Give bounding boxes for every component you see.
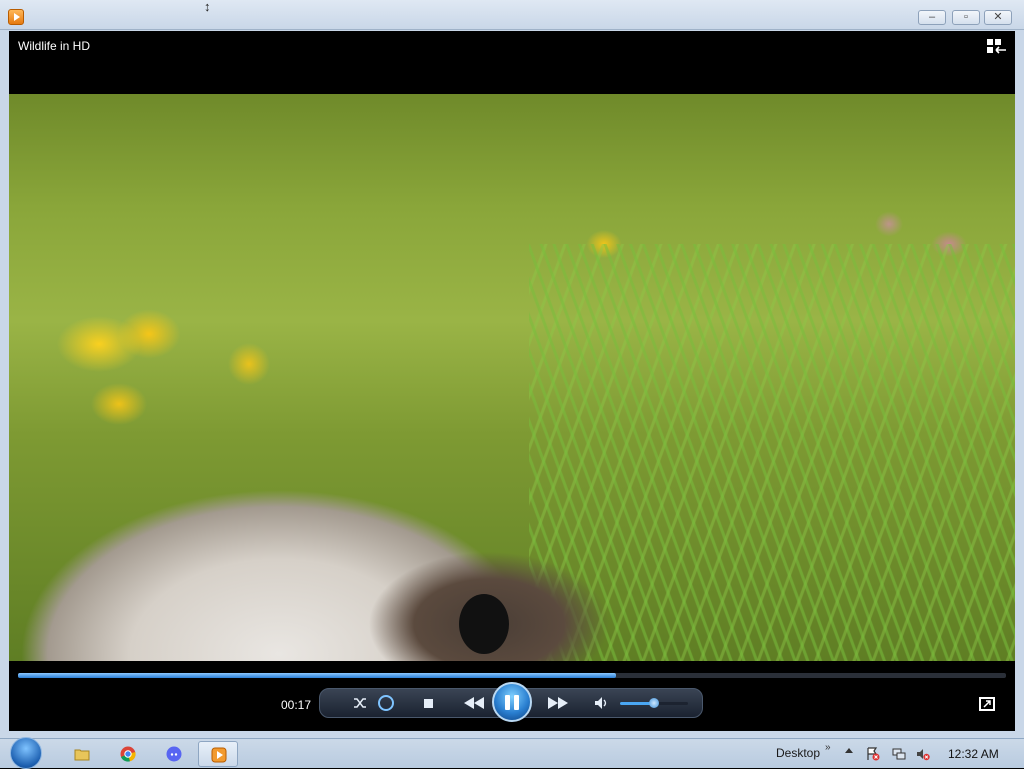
shuffle-icon bbox=[354, 698, 366, 708]
media-title: Wildlife in HD bbox=[18, 39, 91, 53]
next-icon bbox=[548, 697, 568, 709]
network-icon[interactable] bbox=[892, 747, 906, 761]
wmp-icon[interactable] bbox=[8, 9, 24, 25]
taskbar-app-media-player[interactable] bbox=[198, 741, 238, 767]
chrome-icon bbox=[120, 746, 136, 762]
mouse-cursor-icon: ↕ bbox=[204, 0, 211, 14]
fullscreen-button[interactable] bbox=[979, 697, 995, 711]
wmp-icon bbox=[211, 747, 227, 763]
previous-icon bbox=[464, 697, 484, 709]
minimize-icon: – bbox=[928, 11, 936, 23]
maximize-button[interactable]: ▫ bbox=[952, 10, 980, 25]
show-hidden-icons-icon[interactable] bbox=[845, 748, 853, 753]
taskbar-app-explorer[interactable] bbox=[62, 741, 102, 767]
taskbar-clock[interactable]: 12:32 AM bbox=[948, 747, 999, 761]
elapsed-time: 00:17 bbox=[281, 698, 312, 712]
discord-icon bbox=[166, 746, 182, 762]
folder-icon bbox=[74, 749, 90, 761]
previous-button[interactable] bbox=[460, 689, 488, 717]
minimize-button[interactable]: – bbox=[918, 10, 946, 25]
stop-icon bbox=[423, 699, 433, 708]
action-center-icon[interactable] bbox=[866, 747, 880, 761]
volume-slider-handle[interactable] bbox=[649, 698, 659, 708]
volume-muted-icon[interactable] bbox=[916, 747, 930, 761]
close-button[interactable]: ✕ bbox=[984, 10, 1012, 25]
desktop-toolbar-label[interactable]: Desktop bbox=[776, 746, 820, 760]
pause-icon bbox=[505, 695, 510, 710]
mute-button[interactable] bbox=[588, 689, 616, 717]
repeat-button[interactable] bbox=[372, 689, 400, 717]
video-frame[interactable] bbox=[9, 94, 1015, 661]
seek-bar-progress bbox=[18, 673, 616, 678]
pause-icon bbox=[514, 695, 519, 710]
window-titlebar: ↕ – ▫ ✕ bbox=[0, 0, 1024, 30]
shuffle-button[interactable] bbox=[346, 689, 374, 717]
taskbar-app-chrome[interactable] bbox=[108, 741, 148, 767]
switch-to-library-icon[interactable] bbox=[987, 39, 1007, 55]
seek-bar[interactable] bbox=[18, 673, 1006, 678]
repeat-icon bbox=[378, 695, 394, 711]
video-badger-eye bbox=[459, 594, 509, 654]
stop-button[interactable] bbox=[414, 689, 442, 717]
windows-logo-icon bbox=[10, 737, 42, 769]
pause-button[interactable] bbox=[492, 682, 532, 722]
start-button[interactable] bbox=[8, 737, 44, 769]
close-icon: ✕ bbox=[993, 11, 1003, 23]
volume-slider[interactable] bbox=[620, 698, 688, 708]
taskbar-app-discord[interactable] bbox=[154, 741, 194, 767]
desktop-toolbar-chevron[interactable]: » bbox=[825, 742, 831, 753]
next-button[interactable] bbox=[544, 689, 572, 717]
taskbar: Desktop » 12:32 AM bbox=[0, 737, 1024, 769]
now-playing-pane: Wildlife in HD 00:17 bbox=[9, 31, 1015, 731]
volume-icon bbox=[595, 697, 607, 709]
maximize-icon: ▫ bbox=[964, 11, 968, 23]
fullscreen-icon bbox=[983, 700, 991, 708]
